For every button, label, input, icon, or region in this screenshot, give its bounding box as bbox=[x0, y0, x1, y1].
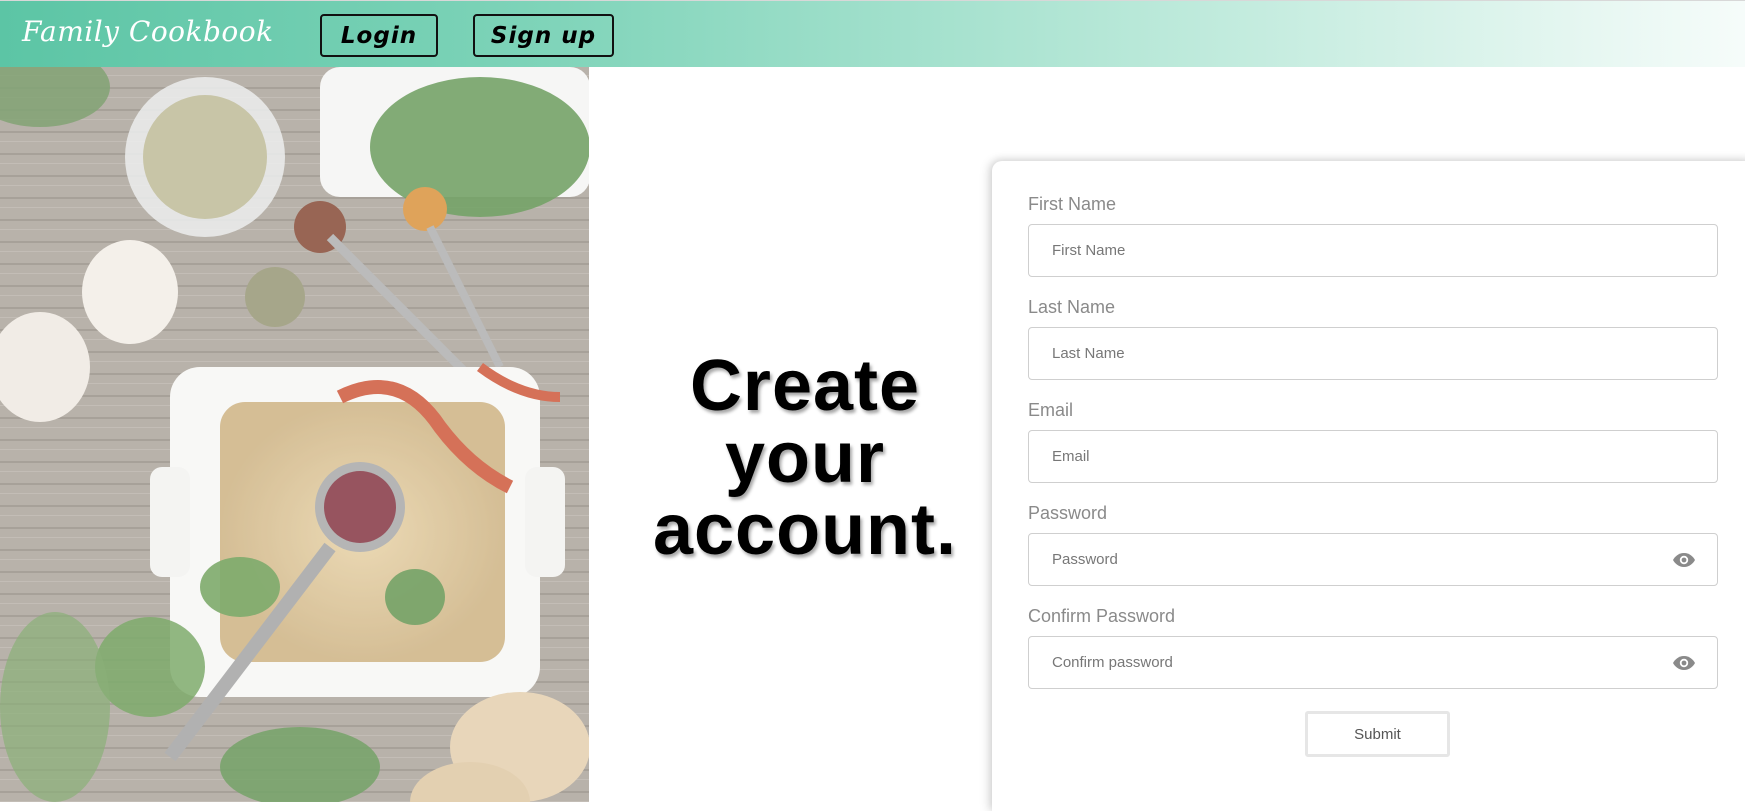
page-title: Create your account. bbox=[600, 350, 1010, 566]
title-line-2: your bbox=[724, 418, 886, 498]
submit-button[interactable]: Submit bbox=[1305, 711, 1450, 757]
first-name-label: First Name bbox=[1028, 194, 1117, 214]
last-name-label: Last Name bbox=[1028, 297, 1116, 317]
sign-up-button[interactable]: Sign up bbox=[473, 14, 614, 57]
confirm-password-label: Confirm Password bbox=[1028, 606, 1176, 626]
password-input[interactable] bbox=[1028, 533, 1718, 586]
login-button[interactable]: Login bbox=[320, 14, 438, 57]
brand-logo[interactable]: Family Cookbook bbox=[22, 15, 274, 48]
first-name-input[interactable] bbox=[1028, 224, 1718, 277]
food-ingredients-image bbox=[0, 67, 589, 802]
eye-icon[interactable] bbox=[1672, 548, 1696, 572]
confirm-password-input[interactable] bbox=[1028, 636, 1718, 689]
title-line-3: account. bbox=[652, 490, 958, 570]
title-line-1: Create bbox=[689, 346, 921, 426]
signup-form-card: First Name Last Name Email Password Conf… bbox=[992, 161, 1745, 811]
last-name-input[interactable] bbox=[1028, 327, 1718, 380]
eye-icon[interactable] bbox=[1672, 651, 1696, 675]
password-label: Password bbox=[1028, 503, 1108, 523]
email-label: Email bbox=[1028, 400, 1074, 420]
email-input[interactable] bbox=[1028, 430, 1718, 483]
top-nav-bar: Family Cookbook Login Sign up bbox=[0, 0, 1745, 67]
